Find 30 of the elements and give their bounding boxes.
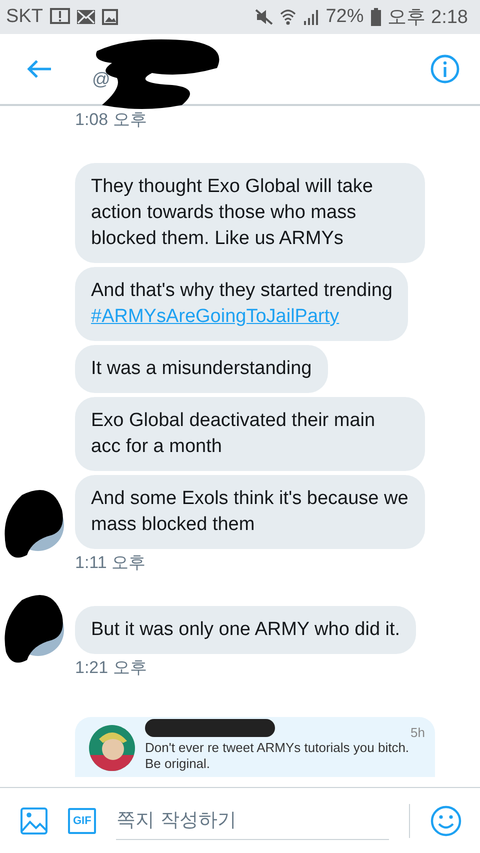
gif-button[interactable]: GIF <box>68 808 96 834</box>
message-bubble: They thought Exo Global will take action towards those who mass blocked them. Like us ARMYs <box>75 163 425 263</box>
hashtag-link[interactable]: #ARMYsAreGoingToJailParty <box>91 304 392 330</box>
tweet-age: 5h <box>410 725 425 740</box>
clock: 오후 2:18 <box>388 6 468 30</box>
mute-icon <box>254 9 273 25</box>
signal-icon <box>302 9 319 25</box>
message-bubble: And some Exols think it's because we mass blocked them <box>75 475 425 549</box>
quoted-tweet-card[interactable]: 5h Don't ever re tweet ARMYs tutorials you bitch. Be original. <box>75 717 435 777</box>
carrier-label: SKT <box>6 6 43 28</box>
image-icon <box>102 9 118 25</box>
emoji-icon[interactable] <box>430 804 462 836</box>
image-icon[interactable] <box>20 806 48 834</box>
message-bubble: Exo Global deactivated their main acc for a month <box>75 397 425 471</box>
tweet-text: Don't ever re tweet ARMYs tutorials you bitch. Be original. <box>145 740 410 772</box>
wifi-icon <box>280 8 296 26</box>
battery-percent: 72% <box>326 6 364 28</box>
message-bubble: It was a misunderstanding <box>75 345 328 393</box>
user-handle: @ <box>92 69 110 90</box>
message-bubble: But it was only one ARMY who did it. <box>75 606 416 654</box>
info-icon[interactable] <box>430 54 460 84</box>
alert-icon <box>50 8 70 26</box>
timestamp: 1:11 오후 <box>75 552 147 574</box>
battery-icon <box>370 8 381 26</box>
message-field[interactable]: 쪽지 작성하기 <box>116 801 389 840</box>
mail-icon <box>76 10 95 24</box>
timestamp: 1:21 오후 <box>75 657 148 679</box>
timestamp: 1:08 오후 <box>75 109 148 131</box>
back-icon[interactable] <box>26 59 52 79</box>
message-bubble: And that's why they started trending #ARMYsAreGoingToJailParty <box>75 267 408 341</box>
